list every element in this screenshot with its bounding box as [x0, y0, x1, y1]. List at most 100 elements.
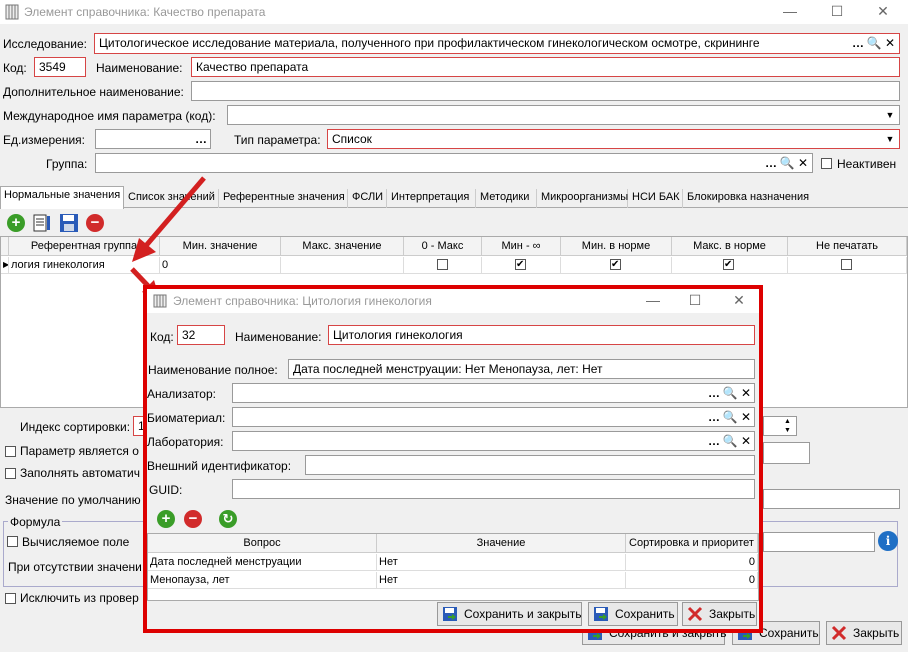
clear-icon[interactable]: ✕ [738, 386, 754, 402]
clear-icon[interactable]: ✕ [882, 36, 898, 52]
dialog-save-close-button[interactable]: Сохранить и закрыть [437, 602, 582, 626]
add-button[interactable]: + [5, 212, 27, 234]
no-print-checkbox[interactable] [841, 259, 852, 270]
search-icon[interactable]: 🔍 [779, 156, 795, 172]
param-type-select[interactable]: Список [327, 129, 900, 149]
column-header[interactable]: Вопрос [148, 534, 377, 553]
column-header[interactable]: Макс. в норме [672, 237, 788, 256]
maximize-button[interactable]: ☐ [815, 0, 859, 24]
dialog-guid-field[interactable] [232, 479, 755, 499]
min-norm-checkbox[interactable] [610, 257, 621, 273]
dialog-full-name-label: Наименование полное: [148, 363, 278, 377]
name-field[interactable]: Качество препарата [191, 57, 900, 77]
cell-question[interactable]: Менопауза, лет [148, 572, 377, 589]
column-header[interactable]: Не печатать [788, 237, 907, 256]
column-header[interactable]: Макс. значение [281, 237, 404, 256]
dialog-code-field[interactable]: 32 [177, 325, 225, 345]
param-is-checkbox[interactable] [5, 446, 16, 457]
dialog-maximize-button[interactable]: ☐ [673, 289, 717, 313]
formula-field[interactable] [763, 532, 875, 552]
dialog-app-icon [153, 294, 167, 311]
computed-checkbox[interactable] [7, 536, 18, 547]
research-field[interactable]: Цитологическое исследование материала, п… [94, 33, 900, 54]
ellipsis-button[interactable]: … [706, 410, 722, 426]
fill-auto-checkbox[interactable] [5, 468, 16, 479]
tab-fsli[interactable]: ФСЛИ [349, 189, 387, 208]
max-norm-checkbox[interactable] [723, 257, 734, 273]
cell-no-print[interactable] [788, 257, 907, 274]
ellipsis-button[interactable]: … [850, 36, 866, 52]
column-header[interactable]: Сортировка и приоритет [626, 534, 758, 553]
search-icon[interactable]: 🔍 [722, 386, 738, 402]
save-toolbar-button[interactable] [58, 212, 80, 234]
dialog-analyzer-field[interactable] [232, 383, 755, 403]
cell-min-inf[interactable] [482, 257, 561, 274]
cell-value[interactable]: Нет [377, 572, 626, 589]
clear-icon[interactable]: ✕ [795, 156, 811, 172]
info-icon[interactable]: i [878, 531, 898, 551]
column-header[interactable]: 0 - Макс [404, 237, 482, 256]
search-icon[interactable]: 🔍 [866, 36, 882, 52]
research-label: Исследование: [3, 37, 87, 51]
intl-name-select[interactable] [227, 105, 900, 125]
clear-icon[interactable]: ✕ [738, 434, 754, 450]
tab-methods[interactable]: Методики [477, 189, 537, 208]
dialog-add-button[interactable]: + [155, 508, 177, 530]
cell-value[interactable]: Нет [377, 554, 626, 571]
cell-sort[interactable]: 0 [626, 572, 758, 589]
clear-icon[interactable]: ✕ [738, 410, 754, 426]
cell-question[interactable]: Дата последней менструации [148, 554, 377, 571]
ellipsis-button[interactable]: … [706, 434, 722, 450]
edit-button[interactable] [31, 212, 53, 234]
tab-normal-values[interactable]: Нормальные значения [0, 186, 124, 209]
dialog-name-field[interactable]: Цитология гинекология [328, 325, 755, 345]
ellipsis-button[interactable]: … [706, 386, 722, 402]
dialog-close-label: Закрыть [709, 607, 756, 621]
dialog-delete-button[interactable]: − [182, 508, 204, 530]
cell-max-norm[interactable] [672, 257, 788, 274]
cell-max[interactable] [281, 257, 404, 274]
cell-sort[interactable]: 0 [626, 554, 758, 571]
column-header[interactable]: Мин. в норме [561, 237, 672, 256]
ellipsis-button[interactable]: … [763, 156, 779, 172]
inactive-checkbox[interactable] [821, 158, 832, 169]
dialog-close-window-button[interactable]: ✕ [717, 289, 761, 313]
exclude-label: Исключить из провер [20, 591, 139, 605]
tab-reference-values[interactable]: Референтные значения [220, 189, 348, 208]
min-inf-checkbox[interactable] [515, 257, 526, 273]
default-value-field[interactable] [763, 489, 900, 509]
dialog-ext-id-field[interactable] [305, 455, 755, 475]
cell-zero-max[interactable] [404, 257, 482, 274]
spin-arrows-icon[interactable]: ▲ ▼ [784, 417, 791, 435]
dialog-refresh-button[interactable]: ↻ [217, 508, 239, 530]
zero-max-checkbox[interactable] [437, 259, 448, 270]
code-field[interactable]: 3549 [34, 57, 86, 77]
delete-button[interactable]: − [84, 212, 106, 234]
param-is-field[interactable] [763, 442, 810, 464]
search-icon[interactable]: 🔍 [722, 434, 738, 450]
group-field[interactable] [95, 153, 813, 173]
tab-block-assignment[interactable]: Блокировка назначения [684, 189, 814, 208]
ellipsis-button[interactable]: … [193, 132, 209, 148]
cell-min-norm[interactable] [561, 257, 672, 274]
column-header[interactable]: Мин - ∞ [482, 237, 561, 256]
dialog-save-button[interactable]: Сохранить [588, 602, 678, 626]
spin-field[interactable] [763, 416, 797, 436]
tab-interpretation[interactable]: Интерпретация [388, 189, 476, 208]
tab-nsi-bak[interactable]: НСИ БАК [629, 189, 683, 208]
minimize-button[interactable]: — [768, 0, 812, 24]
dialog-minimize-button[interactable]: — [631, 289, 675, 313]
extra-name-field[interactable] [191, 81, 900, 101]
exclude-checkbox[interactable] [5, 593, 16, 604]
close-window-button[interactable]: ✕ [861, 0, 905, 24]
chevron-down-icon[interactable]: ▼ [882, 130, 898, 148]
dialog-full-name-field[interactable]: Дата последней менструации: Нет Менопауз… [288, 359, 755, 379]
tab-microorganisms[interactable]: Микроорганизмы [538, 189, 628, 208]
dialog-lab-field[interactable] [232, 431, 755, 451]
dialog-close-button[interactable]: Закрыть [682, 602, 757, 626]
column-header[interactable]: Значение [377, 534, 626, 553]
search-icon[interactable]: 🔍 [722, 410, 738, 426]
chevron-down-icon[interactable]: ▼ [882, 106, 898, 124]
close-button[interactable]: Закрыть [826, 621, 902, 645]
dialog-biomaterial-field[interactable] [232, 407, 755, 427]
